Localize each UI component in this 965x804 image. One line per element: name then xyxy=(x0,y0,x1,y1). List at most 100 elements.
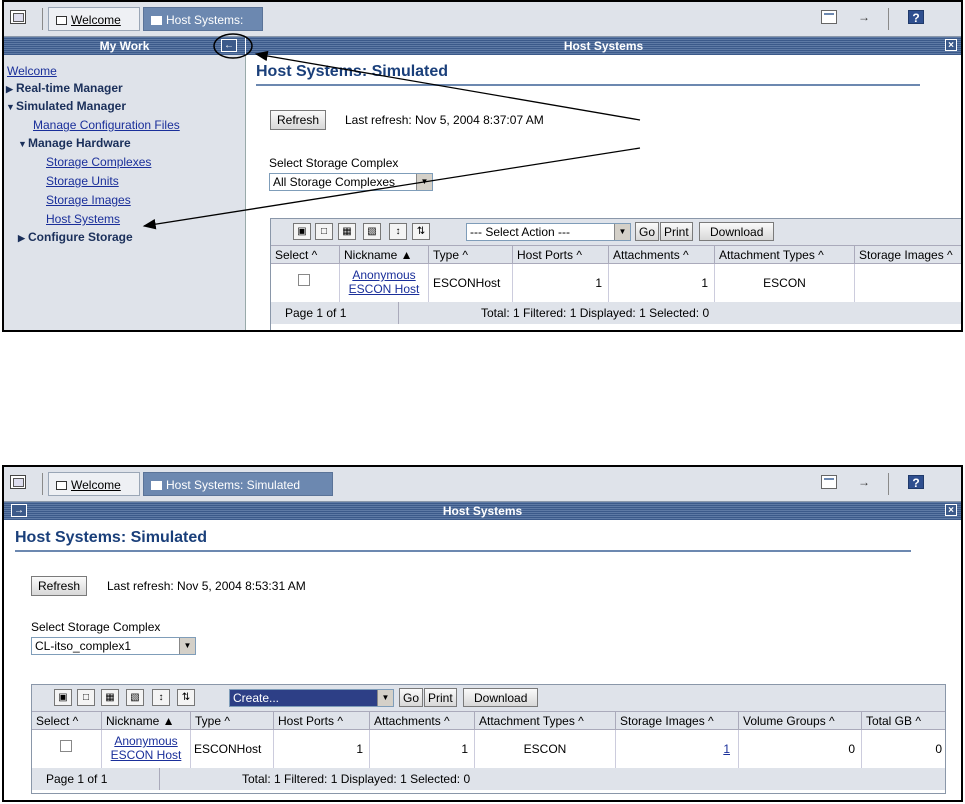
sidebar-item-welcome[interactable]: Welcome xyxy=(7,64,57,78)
window-icon[interactable] xyxy=(10,475,26,489)
column-header-attachment-types[interactable]: Attachment Types ^ xyxy=(715,245,855,264)
tab-host-systems[interactable]: Host Systems: xyxy=(143,7,263,31)
table-footer-page: Page 1 of 1 xyxy=(271,302,399,324)
chevron-down-icon[interactable]: ▼ xyxy=(179,638,195,654)
go-button[interactable]: Go xyxy=(399,688,424,707)
nickname-link[interactable]: Anonymous ESCON Host xyxy=(349,268,420,296)
sidebar-item-storage-complexes[interactable]: Storage Complexes xyxy=(46,155,151,169)
help-icon[interactable]: ? xyxy=(908,475,924,490)
refresh-button[interactable]: Refresh xyxy=(31,576,88,596)
select-all-icon[interactable]: ▣ xyxy=(54,689,72,706)
sidebar-item-manage-hardware[interactable]: ▼Manage Hardware xyxy=(18,136,131,150)
my-work-title-bar: My Work ← xyxy=(4,37,245,55)
page-title: Host Systems: Simulated xyxy=(256,63,449,80)
nickname-link[interactable]: Anonymous ESCON Host xyxy=(111,734,182,762)
column-header-host-ports[interactable]: Host Ports ^ xyxy=(274,711,370,730)
download-button[interactable]: Download xyxy=(463,688,539,707)
panel-title: Host Systems xyxy=(442,504,523,518)
column-header-storage-images[interactable]: Storage Images ^ xyxy=(855,245,961,264)
close-icon[interactable]: × xyxy=(945,39,957,51)
sidebar-item-welcome-link[interactable]: Welcome xyxy=(7,64,57,78)
storage-complex-select[interactable]: CL-itso_complex1 ▼ xyxy=(31,637,196,655)
tab-host-systems-simulated[interactable]: Host Systems: Simulated xyxy=(143,472,333,496)
expand-arrow-icon[interactable]: ▶ xyxy=(18,233,28,244)
sidebar-item-storage-units[interactable]: Storage Units xyxy=(46,174,119,188)
expand-sidebar-icon[interactable]: → xyxy=(11,504,27,517)
show-filter-icon[interactable]: ▦ xyxy=(338,223,356,240)
column-header-select[interactable]: Select ^ xyxy=(32,711,102,730)
print-button[interactable]: Print xyxy=(424,688,457,707)
column-header-select[interactable]: Select ^ xyxy=(271,245,340,264)
sidebar-item-simulated-manager[interactable]: ▼Simulated Manager xyxy=(6,99,126,113)
tab-page-icon xyxy=(56,481,67,490)
sidebar-item-host-systems[interactable]: Host Systems xyxy=(46,212,120,226)
sidebar-link[interactable]: Host Systems xyxy=(46,212,120,226)
storage-images-link[interactable]: 1 xyxy=(723,742,730,756)
exit-icon[interactable]: → xyxy=(856,10,872,24)
select-all-icon[interactable]: ▣ xyxy=(293,223,311,240)
edit-sort-icon[interactable]: ↕ xyxy=(389,223,407,240)
column-header-host-ports[interactable]: Host Ports ^ xyxy=(513,245,609,264)
tab-page-icon xyxy=(151,481,162,490)
sidebar-item-configure-storage[interactable]: ▶ Configure Storage xyxy=(18,230,133,244)
deselect-all-icon[interactable]: □ xyxy=(315,223,333,240)
column-header-storage-images[interactable]: Storage Images ^ xyxy=(616,711,739,730)
tab-separator xyxy=(42,8,43,30)
tab-welcome[interactable]: Welcome xyxy=(48,472,140,496)
sidebar-link[interactable]: Storage Units xyxy=(46,174,119,188)
clear-sort-icon[interactable]: ⇅ xyxy=(412,223,430,240)
expand-arrow-icon[interactable]: ▶ xyxy=(6,84,16,95)
action-select[interactable]: --- Select Action --- ▼ xyxy=(466,223,631,241)
sidebar-item-manage-config-files[interactable]: Manage Configuration Files xyxy=(33,118,180,132)
tab-welcome-label[interactable]: Welcome xyxy=(71,478,121,492)
page-title: Host Systems: Simulated xyxy=(15,529,208,546)
column-header-attachments[interactable]: Attachments ^ xyxy=(370,711,475,730)
edit-sort-icon[interactable]: ↕ xyxy=(152,689,170,706)
show-filter-icon[interactable]: ▦ xyxy=(101,689,119,706)
collapse-sidebar-icon[interactable]: ← xyxy=(221,39,237,52)
collapse-arrow-icon[interactable]: ▼ xyxy=(18,139,28,149)
monitor-icon[interactable] xyxy=(821,475,837,489)
help-icon[interactable]: ? xyxy=(908,10,924,25)
window-icon[interactable] xyxy=(10,10,26,24)
sidebar-link[interactable]: Manage Configuration Files xyxy=(33,118,180,132)
column-header-type[interactable]: Type ^ xyxy=(429,245,513,264)
storage-complex-select[interactable]: All Storage Complexes ▼ xyxy=(269,173,433,191)
sidebar-link[interactable]: Storage Images xyxy=(46,193,131,207)
tab-host-systems-label: Host Systems: xyxy=(166,13,244,27)
deselect-all-icon[interactable]: □ xyxy=(77,689,95,706)
sidebar-item-real-time-manager[interactable]: ▶ Real-time Manager xyxy=(6,81,123,95)
chevron-down-icon[interactable]: ▼ xyxy=(416,174,432,190)
chevron-down-icon[interactable]: ▼ xyxy=(614,224,630,240)
storage-complex-select-value: CL-itso_complex1 xyxy=(35,639,132,653)
chevron-down-icon[interactable]: ▼ xyxy=(377,690,393,706)
clear-sort-icon[interactable]: ⇅ xyxy=(177,689,195,706)
row-checkbox[interactable] xyxy=(60,740,72,752)
clear-filter-icon[interactable]: ▧ xyxy=(363,223,381,240)
tab-welcome-label[interactable]: Welcome xyxy=(71,13,121,27)
column-header-total-gb[interactable]: Total GB ^ xyxy=(862,711,945,730)
column-header-type[interactable]: Type ^ xyxy=(191,711,274,730)
tab-welcome[interactable]: Welcome xyxy=(48,7,140,31)
print-button[interactable]: Print xyxy=(660,222,693,241)
exit-icon[interactable]: → xyxy=(856,475,872,489)
clear-filter-icon[interactable]: ▧ xyxy=(126,689,144,706)
monitor-icon[interactable] xyxy=(821,10,837,24)
go-button[interactable]: Go xyxy=(635,222,660,241)
close-icon[interactable]: × xyxy=(945,504,957,516)
refresh-button[interactable]: Refresh xyxy=(270,110,327,130)
column-header-attachment-types[interactable]: Attachment Types ^ xyxy=(475,711,616,730)
column-header-volume-groups[interactable]: Volume Groups ^ xyxy=(739,711,862,730)
column-header-nickname[interactable]: Nickname ▲ xyxy=(340,245,429,264)
table-row-nickname-cell: Anonymous ESCON Host xyxy=(340,264,429,302)
table-footer-summary: Total: 1 Filtered: 1 Displayed: 1 Select… xyxy=(399,302,961,324)
table-toolbar: ▣ □ ▦ ▧ ↕ ⇅ Create... ▼ Go Print Downloa… xyxy=(32,685,945,711)
column-header-attachments[interactable]: Attachments ^ xyxy=(609,245,715,264)
sidebar-link[interactable]: Storage Complexes xyxy=(46,155,151,169)
download-button[interactable]: Download xyxy=(699,222,775,241)
sidebar-item-storage-images[interactable]: Storage Images xyxy=(46,193,131,207)
collapse-arrow-icon[interactable]: ▼ xyxy=(6,102,16,112)
row-checkbox[interactable] xyxy=(298,274,310,286)
action-select[interactable]: Create... ▼ xyxy=(229,689,394,707)
column-header-nickname[interactable]: Nickname ▲ xyxy=(102,711,191,730)
